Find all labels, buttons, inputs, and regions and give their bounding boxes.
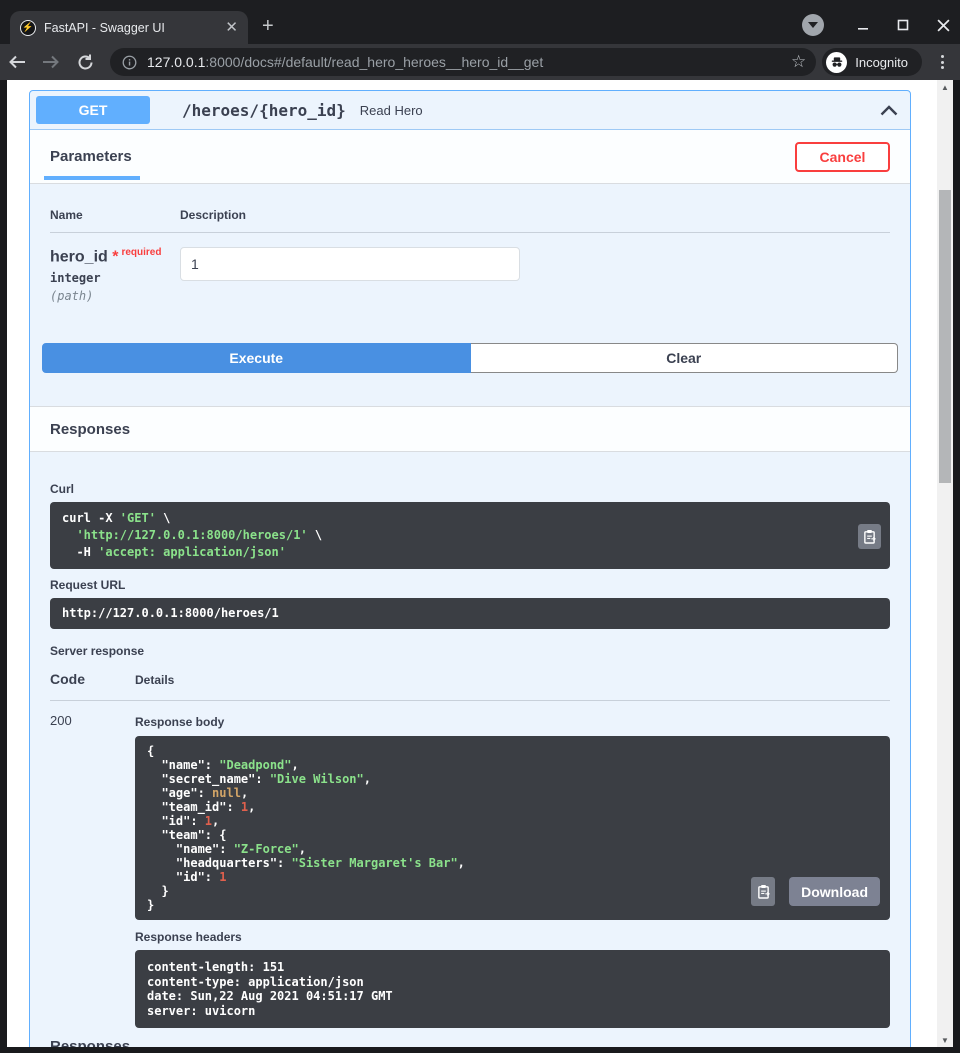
column-header-name: Name (50, 208, 180, 222)
parameter-location: (path) (50, 289, 180, 303)
scrollbar-thumb[interactable] (939, 190, 951, 483)
browser-menu-icon[interactable] (930, 55, 954, 69)
minimize-button[interactable] (856, 18, 870, 32)
page: GET /heroes/{hero_id} Read Hero Paramete… (7, 80, 953, 1047)
scroll-down-icon[interactable]: ▼ (937, 1033, 953, 1047)
copy-response-button[interactable] (751, 877, 775, 906)
tab-strip: ⚡ FastAPI - Swagger UI ✕ + (0, 0, 960, 44)
server-response-table-header: Code Details (50, 671, 890, 701)
execute-button-group: Execute Clear (42, 343, 898, 373)
documented-responses-title: Responses (50, 1038, 890, 1047)
parameters-title: Parameters (50, 148, 132, 165)
incognito-icon (826, 52, 847, 73)
fastapi-favicon-icon: ⚡ (20, 20, 36, 36)
required-label: required (121, 247, 161, 258)
cancel-button[interactable]: Cancel (795, 142, 890, 172)
url-text: 127.0.0.1:8000/docs#/default/read_hero_h… (147, 54, 783, 70)
execute-button[interactable]: Execute (42, 343, 471, 373)
forward-button[interactable] (34, 47, 68, 77)
details-column-header: Details (135, 673, 890, 687)
tab-search-icon[interactable] (802, 14, 824, 36)
method-badge: GET (36, 96, 150, 124)
swagger-content: GET /heroes/{hero_id} Read Hero Paramete… (7, 80, 937, 1047)
url-bar[interactable]: 127.0.0.1:8000/docs#/default/read_hero_h… (110, 48, 816, 76)
collapse-chevron-icon[interactable] (880, 105, 898, 116)
opblock-summary[interactable]: GET /heroes/{hero_id} Read Hero (30, 91, 910, 130)
new-tab-button[interactable]: + (262, 16, 274, 36)
maximize-button[interactable] (896, 18, 910, 32)
parameter-name: hero_id *required (50, 247, 180, 266)
endpoint-path: /heroes/{hero_id} (182, 101, 346, 120)
responses-body: Curl curl -X 'GET' \ 'http://127.0.0.1:8… (30, 452, 910, 1047)
curl-command: curl -X 'GET' \ 'http://127.0.0.1:8000/h… (50, 502, 890, 569)
bookmark-star-icon[interactable]: ☆ (791, 52, 806, 72)
response-body-label: Response body (135, 715, 890, 729)
page-info-icon[interactable] (122, 55, 137, 70)
responses-section-header: Responses (30, 406, 910, 452)
browser-tab[interactable]: ⚡ FastAPI - Swagger UI ✕ (10, 11, 248, 44)
opblock-get-heroes: GET /heroes/{hero_id} Read Hero Paramete… (29, 90, 911, 1047)
parameter-row-hero-id: hero_id *required integer (path) (50, 233, 890, 343)
response-body-json: { "name": "Deadpond", "secret_name": "Di… (135, 736, 890, 920)
server-response-label: Server response (50, 644, 890, 658)
download-button[interactable]: Download (789, 877, 880, 906)
incognito-badge: Incognito (822, 48, 922, 76)
clear-button[interactable]: Clear (471, 343, 899, 373)
endpoint-summary: Read Hero (360, 103, 423, 118)
request-url-value: http://127.0.0.1:8000/heroes/1 (50, 598, 890, 629)
code-column-header: Code (50, 671, 135, 687)
response-headers-label: Response headers (135, 930, 890, 944)
back-button[interactable] (0, 47, 34, 77)
parameters-section-header: Parameters Cancel (30, 130, 910, 184)
copy-curl-button[interactable] (858, 524, 881, 549)
tab-close-icon[interactable]: ✕ (225, 20, 238, 35)
server-response-row: 200 Response body { "name": "Deadpond", … (50, 701, 890, 1028)
responses-title: Responses (50, 421, 130, 438)
request-url-label: Request URL (50, 578, 890, 592)
page-scrollbar[interactable]: ▲ ▼ (937, 80, 953, 1047)
parameter-type: integer (50, 271, 180, 285)
reload-button[interactable] (68, 47, 102, 77)
response-headers-value: content-length: 151content-type: applica… (135, 950, 890, 1028)
curl-label: Curl (50, 482, 890, 496)
close-window-button[interactable] (936, 18, 950, 32)
tab-title: FastAPI - Swagger UI (44, 21, 217, 35)
browser-toolbar: 127.0.0.1:8000/docs#/default/read_hero_h… (0, 44, 960, 80)
parameters-tab-indicator (44, 176, 140, 180)
status-code: 200 (50, 713, 135, 1028)
scroll-up-icon[interactable]: ▲ (937, 80, 953, 94)
hero-id-input[interactable] (180, 247, 520, 281)
column-header-description: Description (180, 208, 890, 222)
incognito-label: Incognito (855, 55, 908, 70)
parameters-table: Name Description hero_id *required integ… (30, 184, 910, 343)
